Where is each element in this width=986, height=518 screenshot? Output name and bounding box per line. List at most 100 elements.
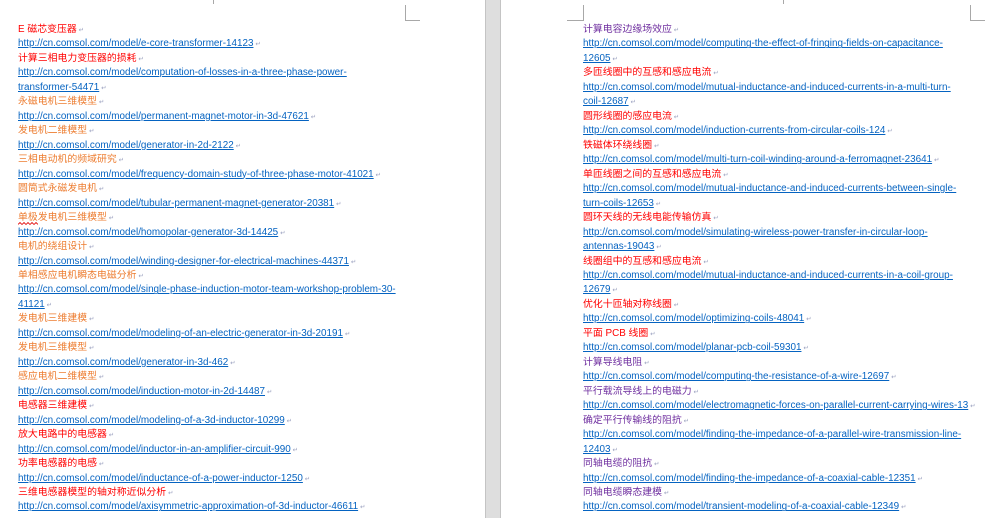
model-link-line: http://cn.comsol.com/model/computation-o… [18,66,396,80]
model-entry: 同轴电缆的阻抗 http://cn.comsol.com/model/findin… [583,457,976,486]
model-link-line: 12605 [583,52,976,66]
paragraph-mark-icon [77,23,84,37]
model-link[interactable]: http://cn.comsol.com/model/electromagnet… [583,400,968,411]
page-text-area[interactable]: 计算电容边缘场效应 http://cn.comsol.com/model/comp… [583,23,976,515]
paragraph-mark-icon [885,124,892,138]
model-link-line: http://cn.comsol.com/model/transient-mod… [583,500,976,514]
model-link[interactable]: http://cn.comsol.com/model/multi-turn-co… [583,154,932,165]
model-link[interactable]: 12403 [583,444,610,455]
model-link[interactable]: transformer-54471 [18,82,99,93]
model-link[interactable]: http://cn.comsol.com/model/inductance-of… [18,473,303,484]
model-link[interactable]: http://cn.comsol.com/model/modeling-of-a… [18,328,343,339]
document-page-left[interactable]: E 磁芯变压器 http://cn.comsol.com/model/e-core… [0,0,486,518]
model-link[interactable]: http://cn.comsol.com/model/homopolar-gen… [18,227,278,238]
model-link[interactable]: http://cn.comsol.com/model/permanent-mag… [18,111,309,122]
paragraph-mark-icon [107,211,114,225]
model-link[interactable]: coil-12687 [583,96,629,107]
model-link[interactable]: http://cn.comsol.com/model/simulating-wi… [583,227,928,238]
model-title-line: 同轴电缆瞬态建模 [583,486,976,500]
model-link[interactable]: http://cn.comsol.com/model/modeling-of-a… [18,415,285,426]
model-link-line: http://cn.comsol.com/model/frequency-dom… [18,168,396,182]
page-text-area[interactable]: E 磁芯变压器 http://cn.comsol.com/model/e-core… [17,23,396,515]
page-center-tick [213,0,214,4]
model-link[interactable]: http://cn.comsol.com/model/finding-the-i… [583,429,961,440]
paragraph-mark-icon [968,399,975,413]
model-entry: 三维电感器模型的轴对称近似分析 http://cn.comsol.com/mode… [18,486,396,515]
model-link[interactable]: http://cn.comsol.com/model/winding-desig… [18,256,349,267]
paragraph-mark-icon [662,486,669,500]
model-link[interactable]: http://cn.comsol.com/model/inductor-in-a… [18,444,291,455]
model-link-line: http://cn.comsol.com/model/mutual-induct… [583,269,976,283]
model-link[interactable]: http://cn.comsol.com/model/e-core-transf… [18,38,253,49]
model-link[interactable]: http://cn.comsol.com/model/single-phase-… [18,284,396,295]
model-entry: 铁磁体环绕线圈 http://cn.comsol.com/model/multi-… [583,139,976,168]
model-entry: E 磁芯变压器 http://cn.comsol.com/model/e-core… [18,23,396,52]
model-title: 感应电机二维模型 [18,371,98,383]
paragraph-mark-icon [87,341,94,355]
paragraph-mark-icon [166,486,173,500]
model-link[interactable]: http://cn.comsol.com/model/mutual-induct… [583,270,953,281]
model-link[interactable]: http://cn.comsol.com/model/generator-in-… [18,140,234,151]
model-link[interactable]: turn-coils-12653 [583,198,654,209]
model-link[interactable]: http://cn.comsol.com/model/computation-o… [18,67,347,78]
model-link[interactable]: http://cn.comsol.com/model/axisymmetric-… [18,501,358,512]
paragraph-mark-icon [672,110,679,124]
model-entry: 发电机三维模型 http://cn.comsol.com/model/genera… [18,341,396,370]
model-entry: 放大电路中的电感器 http://cn.comsol.com/model/indu… [18,428,396,457]
model-link[interactable]: http://cn.comsol.com/model/planar-pcb-co… [583,342,801,353]
model-link[interactable]: http://cn.comsol.com/model/induction-cur… [583,125,885,136]
model-link[interactable]: 12605 [583,53,610,64]
model-link[interactable]: http://cn.comsol.com/model/transient-mod… [583,501,899,512]
paragraph-mark-icon [285,414,292,428]
margin-corner-mark-vertical [970,5,971,21]
model-link[interactable]: http://cn.comsol.com/model/mutual-induct… [583,183,956,194]
model-title-line: 同轴电缆的阻抗 [583,457,976,471]
page-gap [486,0,500,518]
model-entry: 单极发电机三维模型 http://cn.comsol.com/model/homo… [17,211,396,240]
model-title-line: 单极发电机三维模型 [17,211,396,225]
model-link[interactable]: http://cn.comsol.com/model/tubular-perma… [18,198,334,209]
model-link[interactable]: http://cn.comsol.com/model/mutual-induct… [583,82,951,93]
model-link-line: http://cn.comsol.com/model/e-core-transf… [18,37,396,51]
model-title-line: 功率电感器的电感 [18,457,396,471]
spellcheck-squiggle [17,221,39,225]
model-title: 圆筒式永磁发电机 [18,183,98,195]
paragraph-mark-icon [374,168,381,182]
model-link[interactable]: http://cn.comsol.com/model/optimizing-co… [583,313,804,324]
margin-corner-mark-horizontal [567,20,583,21]
paragraph-mark-icon [278,226,285,240]
model-title-line: 平行载流导线上的电磁力 [583,385,976,399]
model-link-line: http://cn.comsol.com/model/permanent-mag… [18,110,396,124]
model-link[interactable]: http://cn.comsol.com/model/frequency-dom… [18,169,374,180]
model-link[interactable]: http://cn.comsol.com/model/generator-in-… [18,357,228,368]
paragraph-mark-icon [682,414,689,428]
model-link[interactable]: 12679 [583,284,610,295]
model-link[interactable]: http://cn.comsol.com/model/induction-mot… [18,386,265,397]
paragraph-mark-icon [889,370,896,384]
model-entry: 圆筒式永磁发电机 http://cn.comsol.com/model/tubul… [18,182,396,211]
model-link-line: http://cn.comsol.com/model/mutual-induct… [583,81,976,95]
model-link-line: antennas-19043 [583,240,976,254]
model-title: 多匝线圈中的互感和感应电流 [583,67,712,79]
paragraph-mark-icon [87,240,94,254]
model-link[interactable]: http://cn.comsol.com/model/computing-the… [583,371,889,382]
paragraph-mark-icon [692,385,699,399]
model-link-line: http://cn.comsol.com/model/optimizing-co… [583,312,976,326]
document-page-right[interactable]: 计算电容边缘场效应 http://cn.comsol.com/model/comp… [500,0,986,518]
model-entry: 优化十匝轴对称线圈 http://cn.comsol.com/model/opti… [583,298,976,327]
model-link[interactable]: 41121 [18,299,45,310]
model-link[interactable]: antennas-19043 [583,241,654,252]
model-link-line: http://cn.comsol.com/model/finding-the-i… [583,428,976,442]
paragraph-mark-icon [87,399,94,413]
model-link[interactable]: http://cn.comsol.com/model/finding-the-i… [583,473,916,484]
model-title: 同轴电缆的阻抗 [583,458,653,470]
model-link[interactable]: http://cn.comsol.com/model/computing-the… [583,38,943,49]
model-entry: 计算三相电力变压器的损耗 http://cn.comsol.com/model/c… [18,52,396,95]
model-entry: 电感器三维建模 http://cn.comsol.com/model/modeli… [18,399,396,428]
model-title-line: 圆形线圈的感应电流 [583,110,976,124]
model-entry: 三相电动机的频域研究 http://cn.comsol.com/model/fre… [18,153,396,182]
model-title: 同轴电缆瞬态建模 [583,487,663,498]
paragraph-mark-icon [309,110,316,124]
model-title: 计算导线电阻 [583,356,643,368]
paragraph-mark-icon [721,168,728,182]
